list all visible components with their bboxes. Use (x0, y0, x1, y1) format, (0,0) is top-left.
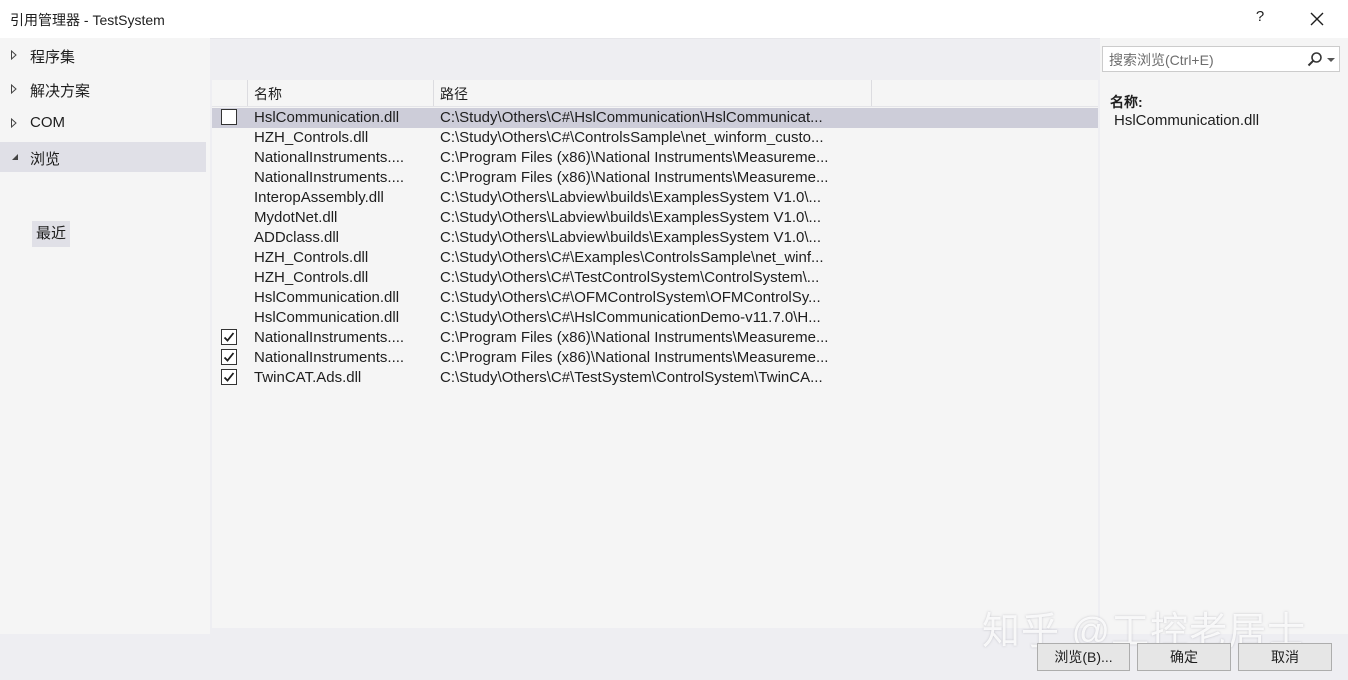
expand-arrow-icon (11, 84, 17, 94)
checkmark-icon (223, 332, 235, 342)
row-name: HslCommunication.dll (254, 109, 400, 126)
nav-item-label: 解决方案 (30, 83, 91, 100)
collapse-arrow-icon (12, 154, 18, 160)
row-name: NationalInstruments.... (254, 349, 405, 366)
row-path: C:\Study\Others\C#\Examples\ControlsSamp… (440, 249, 824, 266)
nav-item-solution[interactable]: 解决方案 (0, 74, 206, 104)
row-name: NationalInstruments.... (254, 169, 405, 186)
column-header-path[interactable]: 路径 (434, 80, 872, 106)
table-row[interactable]: HslCommunication.dll C:\Study\Others\C#\O… (212, 288, 1098, 308)
row-path: C:\Study\Others\C#\OFMControlSystem\OFMC… (440, 289, 821, 306)
table-row[interactable]: NationalInstruments.... C:\Program Files … (212, 328, 1098, 348)
nav-item-browse[interactable]: 浏览 (0, 142, 206, 172)
table-row[interactable]: NationalInstruments.... C:\Program Files … (212, 168, 1098, 188)
checkbox-unchecked[interactable] (221, 109, 237, 125)
help-button[interactable]: ? (1250, 8, 1270, 25)
cancel-button[interactable]: 取消 (1238, 643, 1332, 671)
row-path: C:\Study\Others\C#\TestSystem\ControlSys… (440, 369, 823, 386)
detail-name-label: 名称: (1110, 94, 1143, 110)
row-name: NationalInstruments.... (254, 149, 405, 166)
row-name: MydotNet.dll (254, 209, 338, 226)
table-row[interactable]: NationalInstruments.... C:\Program Files … (212, 348, 1098, 368)
row-path: C:\Study\Others\C#\HslCommunication\HslC… (440, 109, 823, 126)
ok-button[interactable]: 确定 (1137, 643, 1231, 671)
row-path: C:\Study\Others\Labview\builds\ExamplesS… (440, 229, 821, 246)
row-path: C:\Study\Others\C#\ControlsSample\net_wi… (440, 129, 824, 146)
row-checkbox[interactable] (221, 329, 237, 345)
table-row[interactable]: HslCommunication.dll C:\Study\Others\C#\H… (212, 108, 1098, 128)
nav-item-label: 浏览 (30, 151, 61, 168)
row-path: C:\Program Files (x86)\National Instrume… (440, 149, 829, 166)
row-name: InteropAssembly.dll (254, 189, 384, 206)
title-bar: 引用管理器 - TestSystem ? (0, 0, 1348, 39)
detail-name-value: HslCommunication.dll (1114, 112, 1260, 129)
row-path: C:\Program Files (x86)\National Instrume… (440, 329, 829, 346)
nav-item-com[interactable]: COM (0, 108, 206, 138)
search-icon[interactable] (1307, 51, 1323, 67)
chevron-down-icon[interactable] (1327, 58, 1335, 63)
reference-list: 名称 路径 HslCommunication.dll C:\Study\Other… (212, 80, 1098, 628)
row-name: NationalInstruments.... (254, 329, 405, 346)
table-row[interactable]: InteropAssembly.dll C:\Study\Others\Labvi… (212, 188, 1098, 208)
row-name: HZH_Controls.dll (254, 249, 369, 266)
table-row[interactable]: NationalInstruments.... C:\Program Files … (212, 148, 1098, 168)
column-header-name[interactable]: 名称 (247, 80, 434, 106)
expand-arrow-icon (11, 118, 17, 128)
row-path: C:\Study\Others\Labview\builds\ExamplesS… (440, 209, 821, 226)
row-name: HZH_Controls.dll (254, 129, 369, 146)
search-input[interactable] (1107, 50, 1307, 70)
nav-item-assemblies[interactable]: 程序集 (0, 40, 206, 70)
checkbox-checked[interactable] (221, 329, 237, 345)
table-row[interactable]: MydotNet.dll C:\Study\Others\Labview\buil… (212, 208, 1098, 228)
table-row[interactable]: HZH_Controls.dll C:\Study\Others\C#\TestC… (212, 268, 1098, 288)
search-box[interactable] (1102, 46, 1340, 72)
close-icon (1310, 12, 1324, 26)
row-checkbox[interactable] (221, 369, 237, 385)
row-name: HslCommunication.dll (254, 289, 400, 306)
nav-subitem-recent[interactable]: 最近 (32, 221, 71, 247)
checkmark-icon (223, 372, 235, 382)
browse-button[interactable]: 浏览(B)... (1037, 643, 1130, 671)
row-name: HZH_Controls.dll (254, 269, 369, 286)
close-button[interactable] (1304, 6, 1330, 32)
row-path: C:\Study\Others\C#\HslCommunicationDemo-… (440, 309, 821, 326)
expand-arrow-icon (11, 50, 17, 60)
checkbox-checked[interactable] (221, 349, 237, 365)
row-path: C:\Program Files (x86)\National Instrume… (440, 349, 829, 366)
list-rows: HslCommunication.dll C:\Study\Others\C#\H… (212, 108, 1098, 388)
list-header: 名称 路径 (212, 80, 1098, 107)
row-name: TwinCAT.Ads.dll (254, 369, 362, 386)
row-path: C:\Study\Others\Labview\builds\ExamplesS… (440, 189, 821, 206)
checkmark-icon (223, 352, 235, 362)
table-row[interactable]: HslCommunication.dll C:\Study\Others\C#\H… (212, 308, 1098, 328)
row-path: C:\Program Files (x86)\National Instrume… (440, 169, 829, 186)
window-title: 引用管理器 - TestSystem (10, 12, 165, 28)
table-row[interactable]: TwinCAT.Ads.dll C:\Study\Others\C#\TestSy… (212, 368, 1098, 388)
row-path: C:\Study\Others\C#\TestControlSystem\Con… (440, 269, 820, 286)
nav-item-label: 程序集 (30, 49, 76, 66)
row-name: HslCommunication.dll (254, 309, 400, 326)
row-name: ADDclass.dll (254, 229, 340, 246)
checkbox-checked[interactable] (221, 369, 237, 385)
table-row[interactable]: HZH_Controls.dll C:\Study\Others\C#\Contr… (212, 128, 1098, 148)
table-row[interactable]: HZH_Controls.dll C:\Study\Others\C#\Examp… (212, 248, 1098, 268)
category-nav: 程序集 解决方案 COM 浏览 最近 (0, 38, 210, 634)
table-row[interactable]: ADDclass.dll C:\Study\Others\Labview\buil… (212, 228, 1098, 248)
nav-item-label: COM (30, 114, 65, 131)
row-checkbox[interactable] (221, 109, 237, 125)
row-checkbox[interactable] (221, 349, 237, 365)
